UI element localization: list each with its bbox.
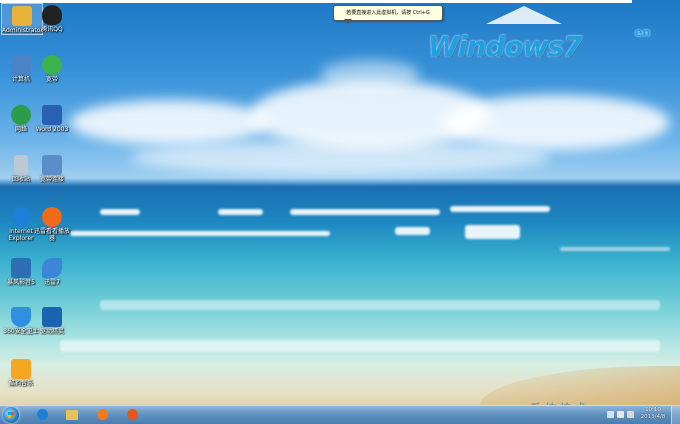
desktop-icon-word[interactable]: Word 2003 bbox=[32, 103, 72, 133]
wave bbox=[218, 209, 263, 215]
internet-explorer-icon bbox=[36, 409, 48, 420]
taskbar: 10:10 2013/4/8 bbox=[0, 405, 680, 424]
taskbar-xunlei-player[interactable] bbox=[120, 407, 144, 423]
word-icon bbox=[42, 105, 62, 125]
desktop-icon-qq[interactable]: 腾讯QQ bbox=[32, 3, 72, 33]
user-folder-icon bbox=[12, 6, 32, 26]
desktop-icon-driver-wizard[interactable]: 驱动精灵 bbox=[32, 305, 72, 335]
clock-time: 10:10 bbox=[645, 407, 661, 413]
logo-roof-shape bbox=[486, 6, 562, 24]
tray-network-icon[interactable] bbox=[617, 411, 624, 418]
desktop-icon-broadband[interactable]: 宽带 bbox=[32, 53, 72, 83]
tray-volume-icon[interactable] bbox=[627, 411, 634, 418]
desktop-icon-label: 宽带连接 bbox=[39, 176, 64, 183]
desktop-icon-label: 迅雷7 bbox=[44, 279, 60, 286]
desktop-icon-xunlei-player[interactable]: 迅雷看看播放器 bbox=[32, 205, 72, 242]
xunlei-player-icon bbox=[42, 207, 62, 227]
wave bbox=[70, 231, 330, 236]
wave bbox=[560, 247, 670, 251]
driver-wizard-icon bbox=[42, 307, 62, 327]
xunlei-bird-icon bbox=[42, 258, 62, 278]
wave bbox=[450, 206, 550, 212]
wave bbox=[60, 340, 660, 352]
folder-icon bbox=[66, 410, 78, 420]
xunlei-player-icon bbox=[126, 409, 138, 420]
cloud bbox=[70, 100, 270, 145]
wave bbox=[100, 300, 660, 310]
computer-icon bbox=[11, 55, 31, 75]
recycle-bin-icon bbox=[14, 155, 28, 175]
tooltip-tail bbox=[344, 19, 352, 24]
wave bbox=[100, 209, 140, 215]
wave bbox=[395, 227, 430, 235]
desktop-icon-label: 酷狗音乐 bbox=[8, 380, 33, 387]
logo-text: Windows7 bbox=[428, 30, 583, 63]
network-icon bbox=[42, 55, 62, 75]
windows7en-logo: Windows7 en bbox=[428, 6, 668, 72]
taskbar-windows-explorer[interactable] bbox=[60, 407, 84, 423]
desktop-icon-label: 腾讯QQ bbox=[41, 26, 63, 33]
desktop-icon-label: 迅雷看看播放器 bbox=[33, 228, 70, 242]
desktop-icon-broadband-connection[interactable]: 宽带连接 bbox=[32, 153, 72, 183]
globe-network-icon bbox=[11, 105, 31, 125]
desktop-icon-xunlei7[interactable]: 迅雷7 bbox=[32, 256, 72, 286]
wave bbox=[290, 209, 440, 215]
broadband-connection-icon bbox=[42, 155, 62, 175]
taskbar-clock[interactable]: 10:10 2013/4/8 bbox=[638, 407, 668, 421]
wave bbox=[465, 225, 520, 239]
tray-arrow-icon[interactable] bbox=[607, 411, 614, 418]
baofeng-player-icon bbox=[11, 258, 31, 278]
taskbar-internet-explorer[interactable] bbox=[30, 407, 54, 423]
taskbar-media-player[interactable] bbox=[90, 407, 114, 423]
media-player-icon bbox=[96, 409, 108, 420]
clock-date: 2013/4/8 bbox=[640, 414, 666, 420]
logo-suffix: en bbox=[635, 26, 651, 39]
shield-icon bbox=[11, 307, 31, 327]
show-desktop-button[interactable] bbox=[671, 406, 680, 424]
desktop-icon-label: 驱动精灵 bbox=[39, 328, 64, 335]
qq-penguin-icon bbox=[42, 5, 62, 25]
cloud bbox=[320, 60, 420, 90]
desktop[interactable]: 若要直接进入此虚拟机，请按 Ctrl+G Windows7 en Adminis… bbox=[0, 0, 680, 424]
desktop-icon-kugou[interactable]: 酷狗音乐 bbox=[1, 357, 41, 387]
start-button[interactable] bbox=[3, 407, 19, 423]
desktop-icon-label: 宽带 bbox=[45, 76, 58, 83]
top-edge-strip bbox=[0, 0, 632, 3]
cloud bbox=[130, 140, 550, 175]
cloud bbox=[440, 95, 670, 150]
kugou-icon bbox=[11, 359, 31, 379]
desktop-icon-label: Word 2003 bbox=[35, 126, 69, 133]
internet-explorer-icon bbox=[11, 207, 31, 227]
